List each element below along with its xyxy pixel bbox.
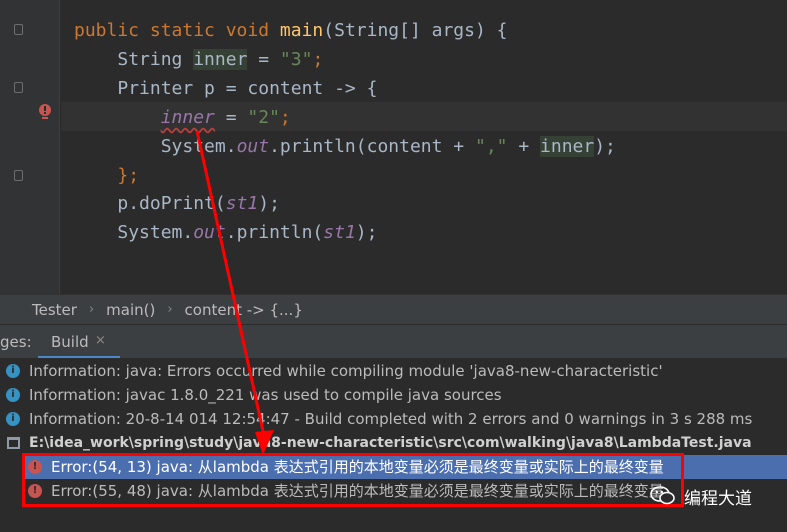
annotation-arrow-icon (195, 130, 274, 455)
wechat-icon (650, 486, 675, 505)
watermark-text: 编程大道 (684, 488, 752, 509)
watermark: 编程大道 (650, 482, 752, 510)
